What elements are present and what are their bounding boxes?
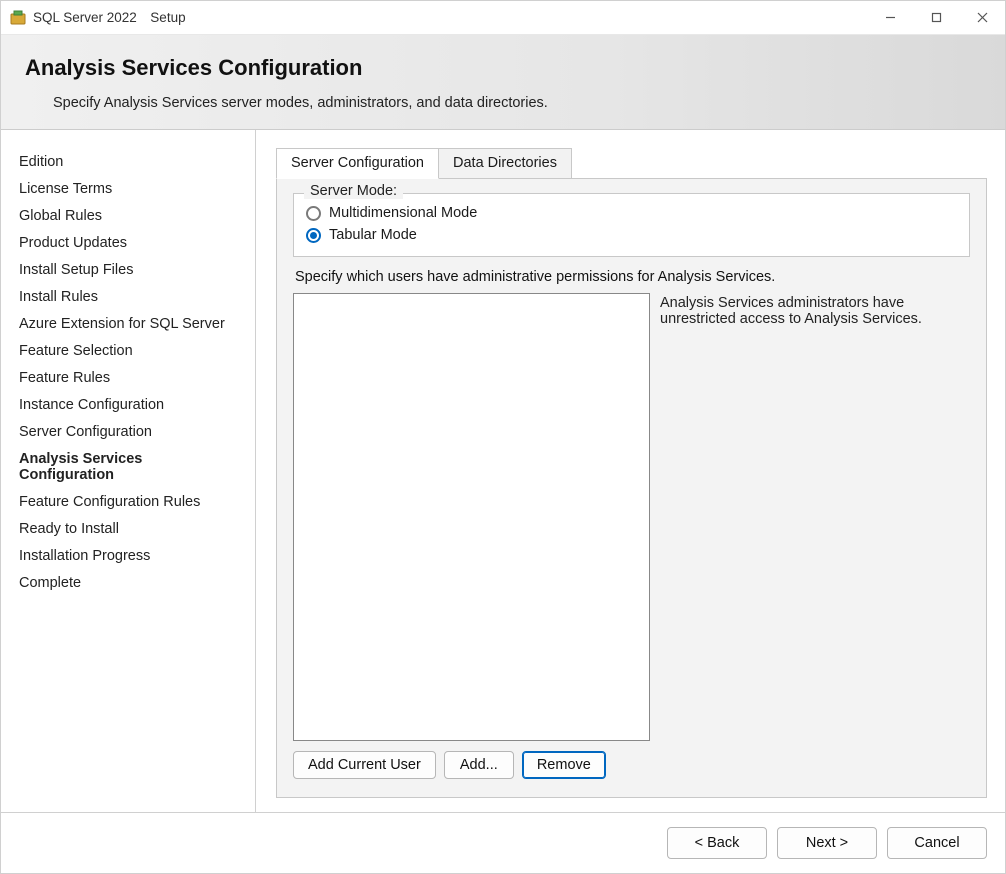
wizard-footer: < Back Next > Cancel [1, 812, 1005, 873]
page-header: Analysis Services Configuration Specify … [1, 35, 1005, 130]
wizard-step[interactable]: Install Setup Files [19, 256, 241, 283]
wizard-step[interactable]: Feature Rules [19, 364, 241, 391]
remove-button[interactable]: Remove [522, 751, 606, 779]
server-mode-legend: Server Mode: [304, 183, 403, 199]
radio-icon[interactable] [306, 206, 321, 221]
wizard-step[interactable]: Ready to Install [19, 515, 241, 542]
server-mode-option[interactable]: Multidimensional Mode [306, 202, 957, 224]
server-mode-option[interactable]: Tabular Mode [306, 224, 957, 246]
admins-row: Analysis Services administrators have un… [293, 293, 970, 741]
window-title: SQL Server 2022 Setup [33, 10, 186, 25]
wizard-step[interactable]: Instance Configuration [19, 391, 241, 418]
radio-icon[interactable] [306, 228, 321, 243]
tab[interactable]: Server Configuration [276, 148, 439, 179]
page-title: Analysis Services Configuration [25, 55, 981, 81]
wizard-step[interactable]: Install Rules [19, 283, 241, 310]
add-button[interactable]: Add... [444, 751, 514, 779]
minimize-button[interactable] [867, 2, 913, 34]
close-button[interactable] [959, 2, 1005, 34]
wizard-step[interactable]: Feature Configuration Rules [19, 488, 241, 515]
wizard-step[interactable]: License Terms [19, 175, 241, 202]
wizard-step[interactable]: Azure Extension for SQL Server [19, 310, 241, 337]
add-current-user-button[interactable]: Add Current User [293, 751, 436, 779]
body: EditionLicense TermsGlobal RulesProduct … [1, 130, 1005, 812]
main-panel: Server ConfigurationData Directories Ser… [256, 130, 1005, 812]
titlebar: SQL Server 2022 Setup [1, 1, 1005, 35]
tab-strip: Server ConfigurationData Directories [276, 148, 987, 179]
wizard-step[interactable]: Product Updates [19, 229, 241, 256]
page-subtitle: Specify Analysis Services server modes, … [53, 95, 981, 111]
wizard-step[interactable]: Analysis Services Configuration [19, 445, 241, 488]
admins-instruction: Specify which users have administrative … [295, 269, 970, 285]
server-mode-option-label: Tabular Mode [329, 227, 417, 243]
admins-listbox[interactable] [293, 293, 650, 741]
maximize-button[interactable] [913, 2, 959, 34]
wizard-step[interactable]: Edition [19, 148, 241, 175]
cancel-button[interactable]: Cancel [887, 827, 987, 859]
wizard-step[interactable]: Global Rules [19, 202, 241, 229]
wizard-steps-sidebar: EditionLicense TermsGlobal RulesProduct … [1, 130, 256, 812]
tab[interactable]: Data Directories [439, 148, 572, 179]
admins-button-row: Add Current User Add... Remove [293, 751, 970, 779]
wizard-step[interactable]: Installation Progress [19, 542, 241, 569]
admins-description: Analysis Services administrators have un… [660, 293, 970, 741]
next-button[interactable]: Next > [777, 827, 877, 859]
wizard-step[interactable]: Feature Selection [19, 337, 241, 364]
app-icon [9, 9, 27, 27]
wizard-step[interactable]: Complete [19, 569, 241, 596]
tab-panel-server-config: Server Mode: Multidimensional Mode Tabula… [276, 179, 987, 798]
wizard-step[interactable]: Server Configuration [19, 418, 241, 445]
server-mode-option-label: Multidimensional Mode [329, 205, 477, 221]
server-mode-group: Server Mode: Multidimensional ModeTabula… [293, 193, 970, 257]
back-button[interactable]: < Back [667, 827, 767, 859]
